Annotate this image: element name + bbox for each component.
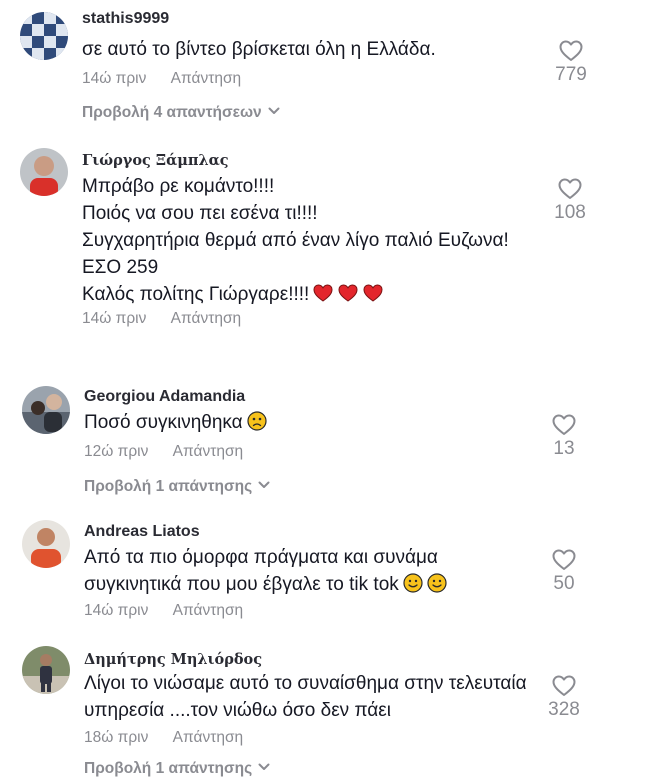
red-heart-emoji <box>313 284 383 302</box>
view-replies-button[interactable]: Προβολή 1 απάντησης <box>84 760 270 778</box>
comment-meta: 14ώ πριν Απάντηση <box>82 70 241 88</box>
comment-line: συγκινητικά που μου έβγαλε το tik tok <box>84 571 447 598</box>
reply-button[interactable]: Απάντηση <box>171 310 241 327</box>
avatar-image <box>22 520 70 568</box>
like-button[interactable]: 328 <box>534 675 594 721</box>
comment-line: Λίγοι το νιώσαμε αυτό το συναίσθημα στην… <box>84 673 527 694</box>
chevron-down-icon <box>268 107 280 114</box>
heart-icon <box>552 549 576 570</box>
comment-line: υπηρεσία ....τον νιώθω όσο δεν πάει <box>84 700 391 721</box>
like-button[interactable]: 13 <box>534 414 594 460</box>
avatar-image <box>22 646 70 694</box>
username[interactable]: Δημήτρης Μηλιόρδος <box>84 651 262 668</box>
timestamp: 18ώ πριν <box>84 729 149 746</box>
reply-button[interactable]: Απάντηση <box>173 443 243 460</box>
heart-icon <box>552 675 576 696</box>
avatar[interactable] <box>22 646 70 694</box>
username[interactable]: stathis9999 <box>82 10 169 28</box>
avatar[interactable] <box>22 386 70 434</box>
avatar-image <box>20 148 68 196</box>
comment-text: σε αυτό το βίντεο βρίσκεται όλη η Ελλάδα… <box>82 36 436 63</box>
like-count: 50 <box>553 573 575 594</box>
comment-text: Ποσό συγκινηθηκα <box>84 409 267 436</box>
timestamp: 12ώ πριν <box>84 443 149 460</box>
avatar-image <box>22 386 70 434</box>
comment-meta: 18ώ πριν Απάντηση <box>84 729 243 747</box>
view-replies-label: Προβολή 4 απαντήσεων <box>82 104 262 121</box>
comment-line: Συγχαρητήρια θερμά από έναν λίγο παλιό Ε… <box>82 230 509 251</box>
like-count: 779 <box>555 64 587 85</box>
comment-text: Μπράβο ρε κομάντο!!!! Ποιός να σου πει ε… <box>82 173 509 308</box>
avatar-image <box>20 12 68 60</box>
heart-icon <box>558 178 582 199</box>
comment-line: Από τα πιο όμορφα πράγματα και συνάμα <box>84 547 438 568</box>
comment-meta: 14ώ πριν Απάντηση <box>84 602 243 620</box>
heart-icon <box>552 414 576 435</box>
timestamp: 14ώ πριν <box>82 310 147 327</box>
comment-text: Λίγοι το νιώσαμε αυτό το συναίσθημα στην… <box>84 670 527 724</box>
like-button[interactable]: 50 <box>534 549 594 595</box>
comment-line-text: Ποσό συγκινηθηκα <box>84 412 243 433</box>
comment-line: ΕΣΟ 259 <box>82 257 159 278</box>
like-button[interactable]: 108 <box>540 178 600 224</box>
reply-button[interactable]: Απάντηση <box>173 602 243 619</box>
like-button[interactable]: 779 <box>541 40 601 86</box>
view-replies-label: Προβολή 1 απάντησης <box>84 478 253 495</box>
comment-line-text: Καλός πολίτης Γιώργαρε!!!! <box>82 284 310 305</box>
like-count: 328 <box>548 699 580 720</box>
worried-face-emoji <box>247 411 267 431</box>
username[interactable]: Γιώργος Ξάμπλας <box>82 152 229 169</box>
smiling-face-emoji <box>403 573 447 593</box>
like-count: 108 <box>554 202 586 223</box>
view-replies-button[interactable]: Προβολή 1 απάντησης <box>84 478 270 496</box>
timestamp: 14ώ πριν <box>84 602 149 619</box>
chevron-down-icon <box>258 481 270 488</box>
comment-line: σε αυτό το βίντεο βρίσκεται όλη η Ελλάδα… <box>82 39 436 60</box>
chevron-down-icon <box>258 763 270 770</box>
reply-button[interactable]: Απάντηση <box>173 729 243 746</box>
comment-line: Καλός πολίτης Γιώργαρε!!!! <box>82 281 509 308</box>
heart-icon <box>559 40 583 61</box>
avatar[interactable] <box>20 12 68 60</box>
comment-line: Ποσό συγκινηθηκα <box>84 409 267 436</box>
comment-line: Μπράβο ρε κομάντο!!!! <box>82 176 275 197</box>
reply-button[interactable]: Απάντηση <box>171 70 241 87</box>
comment-meta: 14ώ πριν Απάντηση <box>82 310 241 328</box>
like-count: 13 <box>553 438 575 459</box>
comment-line: Ποιός να σου πει εσένα τι!!!! <box>82 203 318 224</box>
view-replies-button[interactable]: Προβολή 4 απαντήσεων <box>82 104 280 122</box>
avatar[interactable] <box>22 520 70 568</box>
username[interactable]: Andreas Liatos <box>84 523 200 541</box>
avatar[interactable] <box>20 148 68 196</box>
comment-meta: 12ώ πριν Απάντηση <box>84 443 243 461</box>
timestamp: 14ώ πριν <box>82 70 147 87</box>
comment-line-text: συγκινητικά που μου έβγαλε το tik tok <box>84 574 399 595</box>
username[interactable]: Georgiou Adamandia <box>84 388 245 406</box>
comment-text: Από τα πιο όμορφα πράγματα και συνάμα συ… <box>84 544 447 598</box>
view-replies-label: Προβολή 1 απάντησης <box>84 760 253 777</box>
